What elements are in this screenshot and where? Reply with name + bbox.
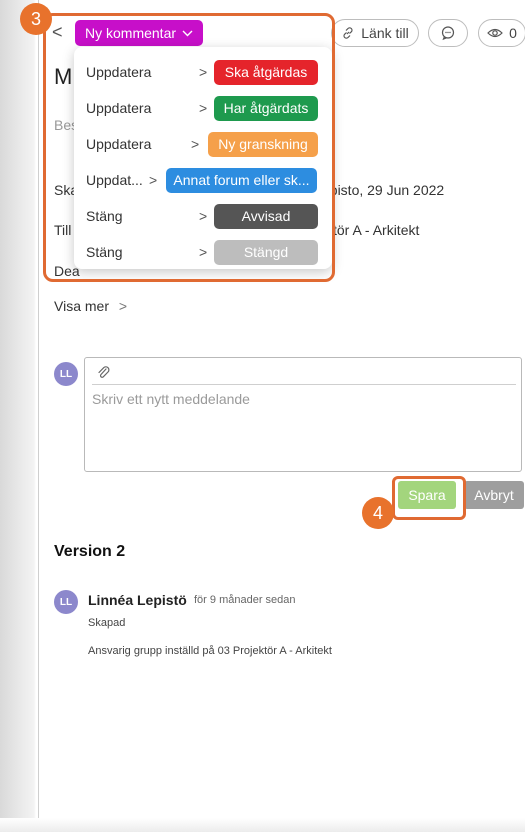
show-more-label: Visa mer — [54, 298, 109, 314]
paperclip-icon[interactable] — [96, 364, 110, 380]
chat-bubble-icon — [441, 26, 455, 41]
history-timestamp: för 9 månader sedan — [194, 594, 296, 606]
assigned-value-fragment: ktör A - Arkitekt — [326, 222, 420, 238]
step-badge-4: 4 — [362, 497, 394, 529]
watchers-count: 0 — [509, 25, 517, 41]
history-created-text: Skapad — [88, 617, 126, 629]
watchers-button[interactable]: 0 — [478, 19, 525, 47]
comment-input-box[interactable] — [84, 357, 522, 472]
avatar: LL — [54, 362, 78, 386]
history-author: Linnéa Lepistö — [88, 592, 187, 608]
link-icon — [343, 27, 353, 39]
comment-toolbar-divider — [92, 384, 516, 385]
version-heading: Version 2 — [54, 543, 126, 560]
window-bottom-edge — [0, 818, 525, 832]
cancel-button[interactable]: Avbryt — [464, 481, 524, 509]
chevron-right-icon: > — [118, 298, 128, 314]
history-detail-text: Ansvarig grupp inställd på 03 Projektör … — [88, 645, 332, 657]
step-badge-3: 3 — [20, 3, 52, 35]
comments-button[interactable] — [428, 19, 468, 47]
show-more-link[interactable]: Visa mer > — [54, 298, 127, 314]
history-avatar: LL — [54, 590, 78, 614]
window-left-edge — [0, 0, 36, 832]
link-to-label: Länk till — [361, 25, 409, 41]
highlight-frame-save — [392, 476, 466, 520]
highlight-frame-dropdown — [43, 13, 335, 282]
created-value-fragment: episto, 29 Jun 2022 — [322, 182, 445, 198]
eye-icon — [487, 28, 503, 38]
link-to-button[interactable]: Länk till — [331, 19, 419, 47]
comment-placeholder[interactable]: Skriv ett nytt meddelande — [92, 391, 250, 407]
